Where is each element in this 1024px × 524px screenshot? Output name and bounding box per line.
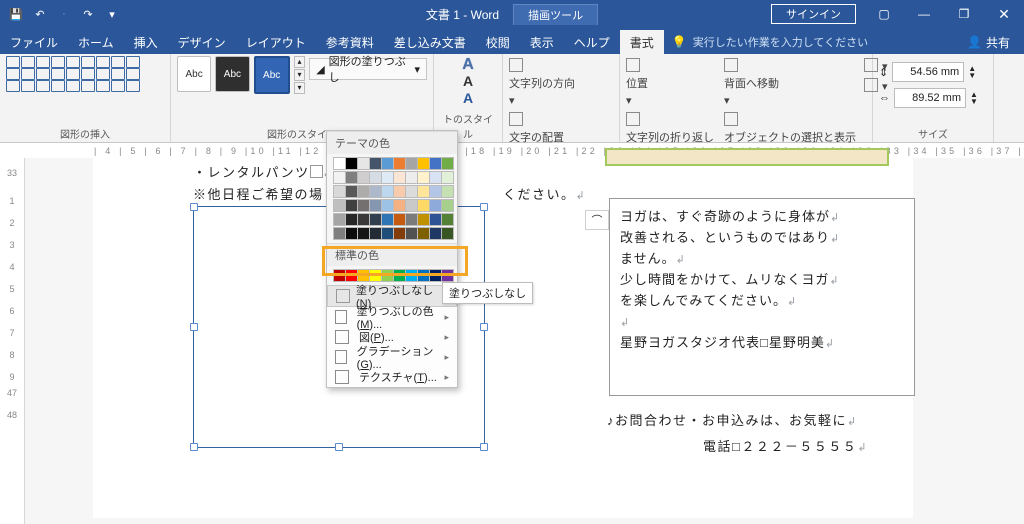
lightbulb-icon: 💡 bbox=[672, 35, 687, 49]
color-swatch[interactable] bbox=[441, 171, 454, 184]
close-icon[interactable]: ✕ bbox=[984, 0, 1024, 28]
group-shape-styles: Abc Abc Abc ▴ ▾ ▾ ◢ 図形の塗りつぶし ▾ 図形のスタイル bbox=[171, 54, 434, 142]
tell-me-search[interactable]: 💡 実行したい作業を入力してください bbox=[672, 30, 868, 54]
inline-image-stub bbox=[605, 148, 889, 166]
standard-colors-header: 標準の色 bbox=[327, 243, 457, 266]
shape-style-3[interactable]: Abc bbox=[254, 56, 290, 94]
tab-file[interactable]: ファイル bbox=[0, 30, 68, 54]
shape-height-input[interactable]: 54.56 mm bbox=[892, 62, 964, 82]
fill-menu-item[interactable]: 塗りつぶしの色(M)...▸ bbox=[327, 307, 457, 327]
group-size: ⇕ 54.56 mm ▲▼ ⇔ 89.52 mm ▲▼ サイズ bbox=[873, 54, 994, 142]
text-direction-button[interactable]: 文字列の方向 ▾ bbox=[509, 58, 575, 110]
paint-bucket-icon: ◢ bbox=[316, 63, 324, 76]
resize-handle[interactable] bbox=[480, 443, 488, 451]
menu-item-icon bbox=[335, 350, 347, 364]
share-label: 共有 bbox=[986, 34, 1010, 51]
menu-item-icon bbox=[335, 310, 347, 324]
color-swatch[interactable] bbox=[441, 185, 454, 198]
save-icon[interactable]: 💾 bbox=[6, 4, 26, 24]
signin-button[interactable]: サインイン bbox=[771, 4, 856, 24]
share-button[interactable]: 👤 共有 bbox=[953, 30, 1024, 54]
menu-item-icon bbox=[335, 370, 349, 384]
doc-line-1: ・レンタルパンツ↲ bbox=[193, 162, 333, 181]
tab-mailings[interactable]: 差し込み文書 bbox=[384, 30, 476, 54]
tab-insert[interactable]: 挿入 bbox=[124, 30, 168, 54]
ribbon-tabs: ファイル ホーム 挿入 デザイン レイアウト 参考資料 差し込み文書 校閲 表示… bbox=[0, 28, 1024, 54]
tab-help[interactable]: ヘルプ bbox=[564, 30, 620, 54]
group-wordart-styles: A A A トのスタイル bbox=[434, 54, 503, 142]
tab-references[interactable]: 参考資料 bbox=[316, 30, 384, 54]
color-swatch[interactable] bbox=[441, 269, 454, 282]
shape-fill-label: 図形の塗りつぶし bbox=[329, 53, 411, 85]
doc-line-contact: ♪お問合わせ・お申込みは、お気軽に↲ bbox=[607, 410, 858, 429]
document-title: 文書 1 - Word bbox=[426, 6, 499, 23]
shape-fill-dropdown: テーマの色 標準の色 塗りつぶしなし(N) 塗りつぶしの色(M)...▸図(P)… bbox=[326, 130, 458, 388]
send-backward-button[interactable]: 背面へ移動 ▾ bbox=[724, 58, 856, 110]
shape-width-input[interactable]: 89.52 mm bbox=[894, 88, 966, 108]
resize-handle[interactable] bbox=[480, 323, 488, 331]
shapes-gallery[interactable] bbox=[6, 56, 139, 91]
tab-home[interactable]: ホーム bbox=[68, 30, 124, 54]
group-insert-shapes: 図形の挿入 bbox=[0, 54, 171, 142]
spinner-icon[interactable]: ▲▼ bbox=[970, 91, 978, 105]
shape-style-2[interactable]: Abc bbox=[215, 56, 249, 92]
chevron-down-icon: ▾ bbox=[414, 63, 420, 76]
fill-menu-item[interactable]: グラデーション(G)...▸ bbox=[327, 347, 457, 367]
tab-design[interactable]: デザイン bbox=[168, 30, 236, 54]
textbox-yoga[interactable]: ヨガは、すぐ奇跡のように身体が↲改善される、というものではあり↲ません。↲少し時… bbox=[609, 198, 915, 396]
style-gallery-scroll[interactable]: ▴ ▾ ▾ bbox=[294, 56, 305, 94]
tab-layout[interactable]: レイアウト bbox=[236, 30, 316, 54]
page-canvas[interactable]: ・レンタルパンツ↲ ※他日程ご希望の場 ください。↲ ⌒ ヨガは bbox=[25, 158, 1024, 524]
no-fill-icon bbox=[336, 289, 350, 303]
shape-fill-button[interactable]: ◢ 図形の塗りつぶし ▾ bbox=[309, 58, 427, 80]
width-icon: ⇔ bbox=[879, 92, 890, 104]
title-center: 文書 1 - Word 描画ツール bbox=[426, 4, 598, 25]
ribbon-display-icon[interactable]: ▢ bbox=[864, 0, 904, 28]
tab-view[interactable]: 表示 bbox=[520, 30, 564, 54]
restore-icon[interactable]: ❐ bbox=[944, 0, 984, 28]
contextual-tab-label: 描画ツール bbox=[513, 4, 598, 25]
qa-more-icon[interactable]: ▾ bbox=[102, 4, 122, 24]
position-button[interactable]: 位置 ▾ bbox=[626, 58, 714, 110]
search-placeholder: 実行したい作業を入力してください bbox=[693, 34, 868, 50]
resize-handle[interactable] bbox=[190, 203, 198, 211]
layout-options-icon[interactable]: ⌒ bbox=[585, 210, 609, 230]
doc-line-phone: 電話□２２２－５５５５↲ bbox=[703, 436, 868, 455]
document-area: 331234567894748 ・レンタルパンツ↲ ※他日程ご希望の場 ください… bbox=[0, 158, 1024, 524]
group-text: 文字列の方向 ▾ 文字の配置 ▾ リンクの作成 テキスト bbox=[503, 54, 620, 142]
redo-icon[interactable]: ↷ bbox=[78, 4, 98, 24]
tooltip-no-fill: 塗りつぶしなし bbox=[442, 282, 533, 304]
ribbon: 図形の挿入 Abc Abc Abc ▴ ▾ ▾ ◢ 図形の塗りつぶし ▾ 図形の… bbox=[0, 54, 1024, 143]
group-label-insert-shapes: 図形の挿入 bbox=[6, 125, 164, 142]
quick-access-toolbar: 💾 ↶ · ↷ ▾ bbox=[0, 4, 128, 24]
color-swatch[interactable] bbox=[441, 213, 454, 226]
height-icon: ⇕ bbox=[879, 66, 888, 79]
resize-handle[interactable] bbox=[335, 443, 343, 451]
title-bar: 💾 ↶ · ↷ ▾ 文書 1 - Word 描画ツール サインイン ▢ ― ❐ … bbox=[0, 0, 1024, 28]
minimize-icon[interactable]: ― bbox=[904, 0, 944, 28]
group-label-size: サイズ bbox=[879, 125, 987, 142]
resize-handle[interactable] bbox=[190, 443, 198, 451]
qa-separator: · bbox=[54, 4, 74, 24]
resize-handle[interactable] bbox=[190, 323, 198, 331]
paper: ・レンタルパンツ↲ ※他日程ご希望の場 ください。↲ ⌒ ヨガは bbox=[93, 158, 913, 518]
menu-item-icon bbox=[335, 330, 349, 344]
theme-color-palette[interactable] bbox=[327, 154, 457, 243]
color-swatch[interactable] bbox=[441, 227, 454, 240]
tab-review[interactable]: 校閲 bbox=[476, 30, 520, 54]
undo-icon[interactable]: ↶ bbox=[30, 4, 50, 24]
vertical-ruler: 331234567894748 bbox=[0, 158, 25, 524]
share-icon: 👤 bbox=[967, 35, 982, 49]
theme-colors-header: テーマの色 bbox=[327, 131, 457, 154]
resize-handle[interactable] bbox=[480, 203, 488, 211]
shape-style-1[interactable]: Abc bbox=[177, 56, 211, 92]
selection-pane-button[interactable]: オブジェクトの選択と表示 bbox=[724, 112, 856, 147]
group-arrange: 位置 ▾ 文字列の折り返し ▾ 前面へ移動 ▾ 背面へ移動 ▾ オブジェクトの選… bbox=[620, 54, 873, 142]
color-swatch[interactable] bbox=[441, 199, 454, 212]
tab-format[interactable]: 書式 bbox=[620, 30, 664, 54]
color-swatch[interactable] bbox=[441, 157, 454, 170]
spinner-icon[interactable]: ▲▼ bbox=[968, 65, 976, 79]
